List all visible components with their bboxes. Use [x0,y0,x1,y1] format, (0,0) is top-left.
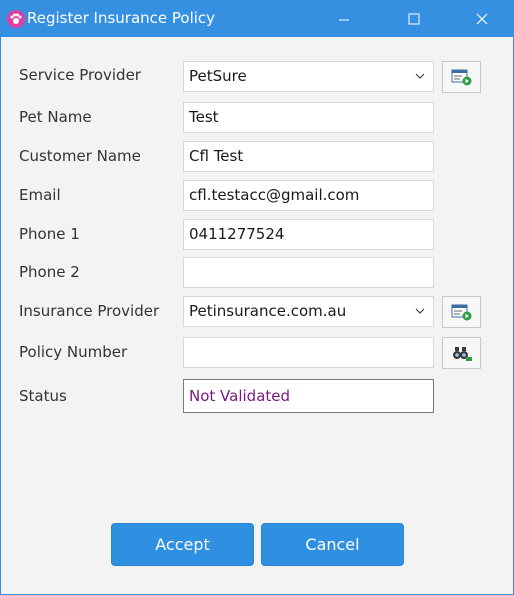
close-icon [476,13,488,25]
minimize-icon [339,19,349,21]
status-field: Not Validated [183,379,434,413]
accept-button[interactable]: Accept [111,523,254,566]
phone2-input[interactable] [183,257,434,288]
insurance-provider-label: Insurance Provider [19,302,160,320]
phone1-input[interactable]: 0411277524 [183,219,434,250]
paw-icon [7,10,25,28]
binoculars-icon [452,347,472,361]
maximize-button[interactable] [391,1,437,37]
insurance-provider-value: Petinsurance.com.au [189,302,347,320]
chevron-down-icon [415,73,425,79]
window-title: Register Insurance Policy [27,9,216,27]
service-provider-label: Service Provider [19,66,141,84]
customer-name-input[interactable]: Cfl Test [183,141,434,172]
chevron-down-icon [415,308,425,314]
service-provider-value: PetSure [189,67,247,85]
lookup-policy-button[interactable] [442,337,481,369]
phone1-label: Phone 1 [19,225,80,243]
email-label: Email [19,186,61,204]
add-record-icon [451,69,471,86]
register-insurance-dialog: Register Insurance Policy Service Provid… [0,0,514,595]
add-record-icon [451,304,471,321]
add-service-provider-button[interactable] [442,61,481,93]
title-bar[interactable]: Register Insurance Policy [1,1,513,37]
cancel-button[interactable]: Cancel [261,523,404,566]
policy-number-label: Policy Number [19,343,128,361]
maximize-icon [408,13,420,25]
email-input[interactable]: cfl.testacc@gmail.com [183,180,434,211]
pet-name-input[interactable]: Test [183,102,434,133]
add-insurance-provider-button[interactable] [442,296,481,328]
close-button[interactable] [459,1,505,37]
customer-name-label: Customer Name [19,147,141,165]
phone2-label: Phone 2 [19,263,80,281]
pet-name-label: Pet Name [19,108,92,126]
insurance-provider-select[interactable]: Petinsurance.com.au [183,296,434,327]
status-label: Status [19,387,67,405]
service-provider-select[interactable]: PetSure [183,61,434,92]
minimize-button[interactable] [321,1,367,37]
policy-number-input[interactable] [183,337,434,368]
